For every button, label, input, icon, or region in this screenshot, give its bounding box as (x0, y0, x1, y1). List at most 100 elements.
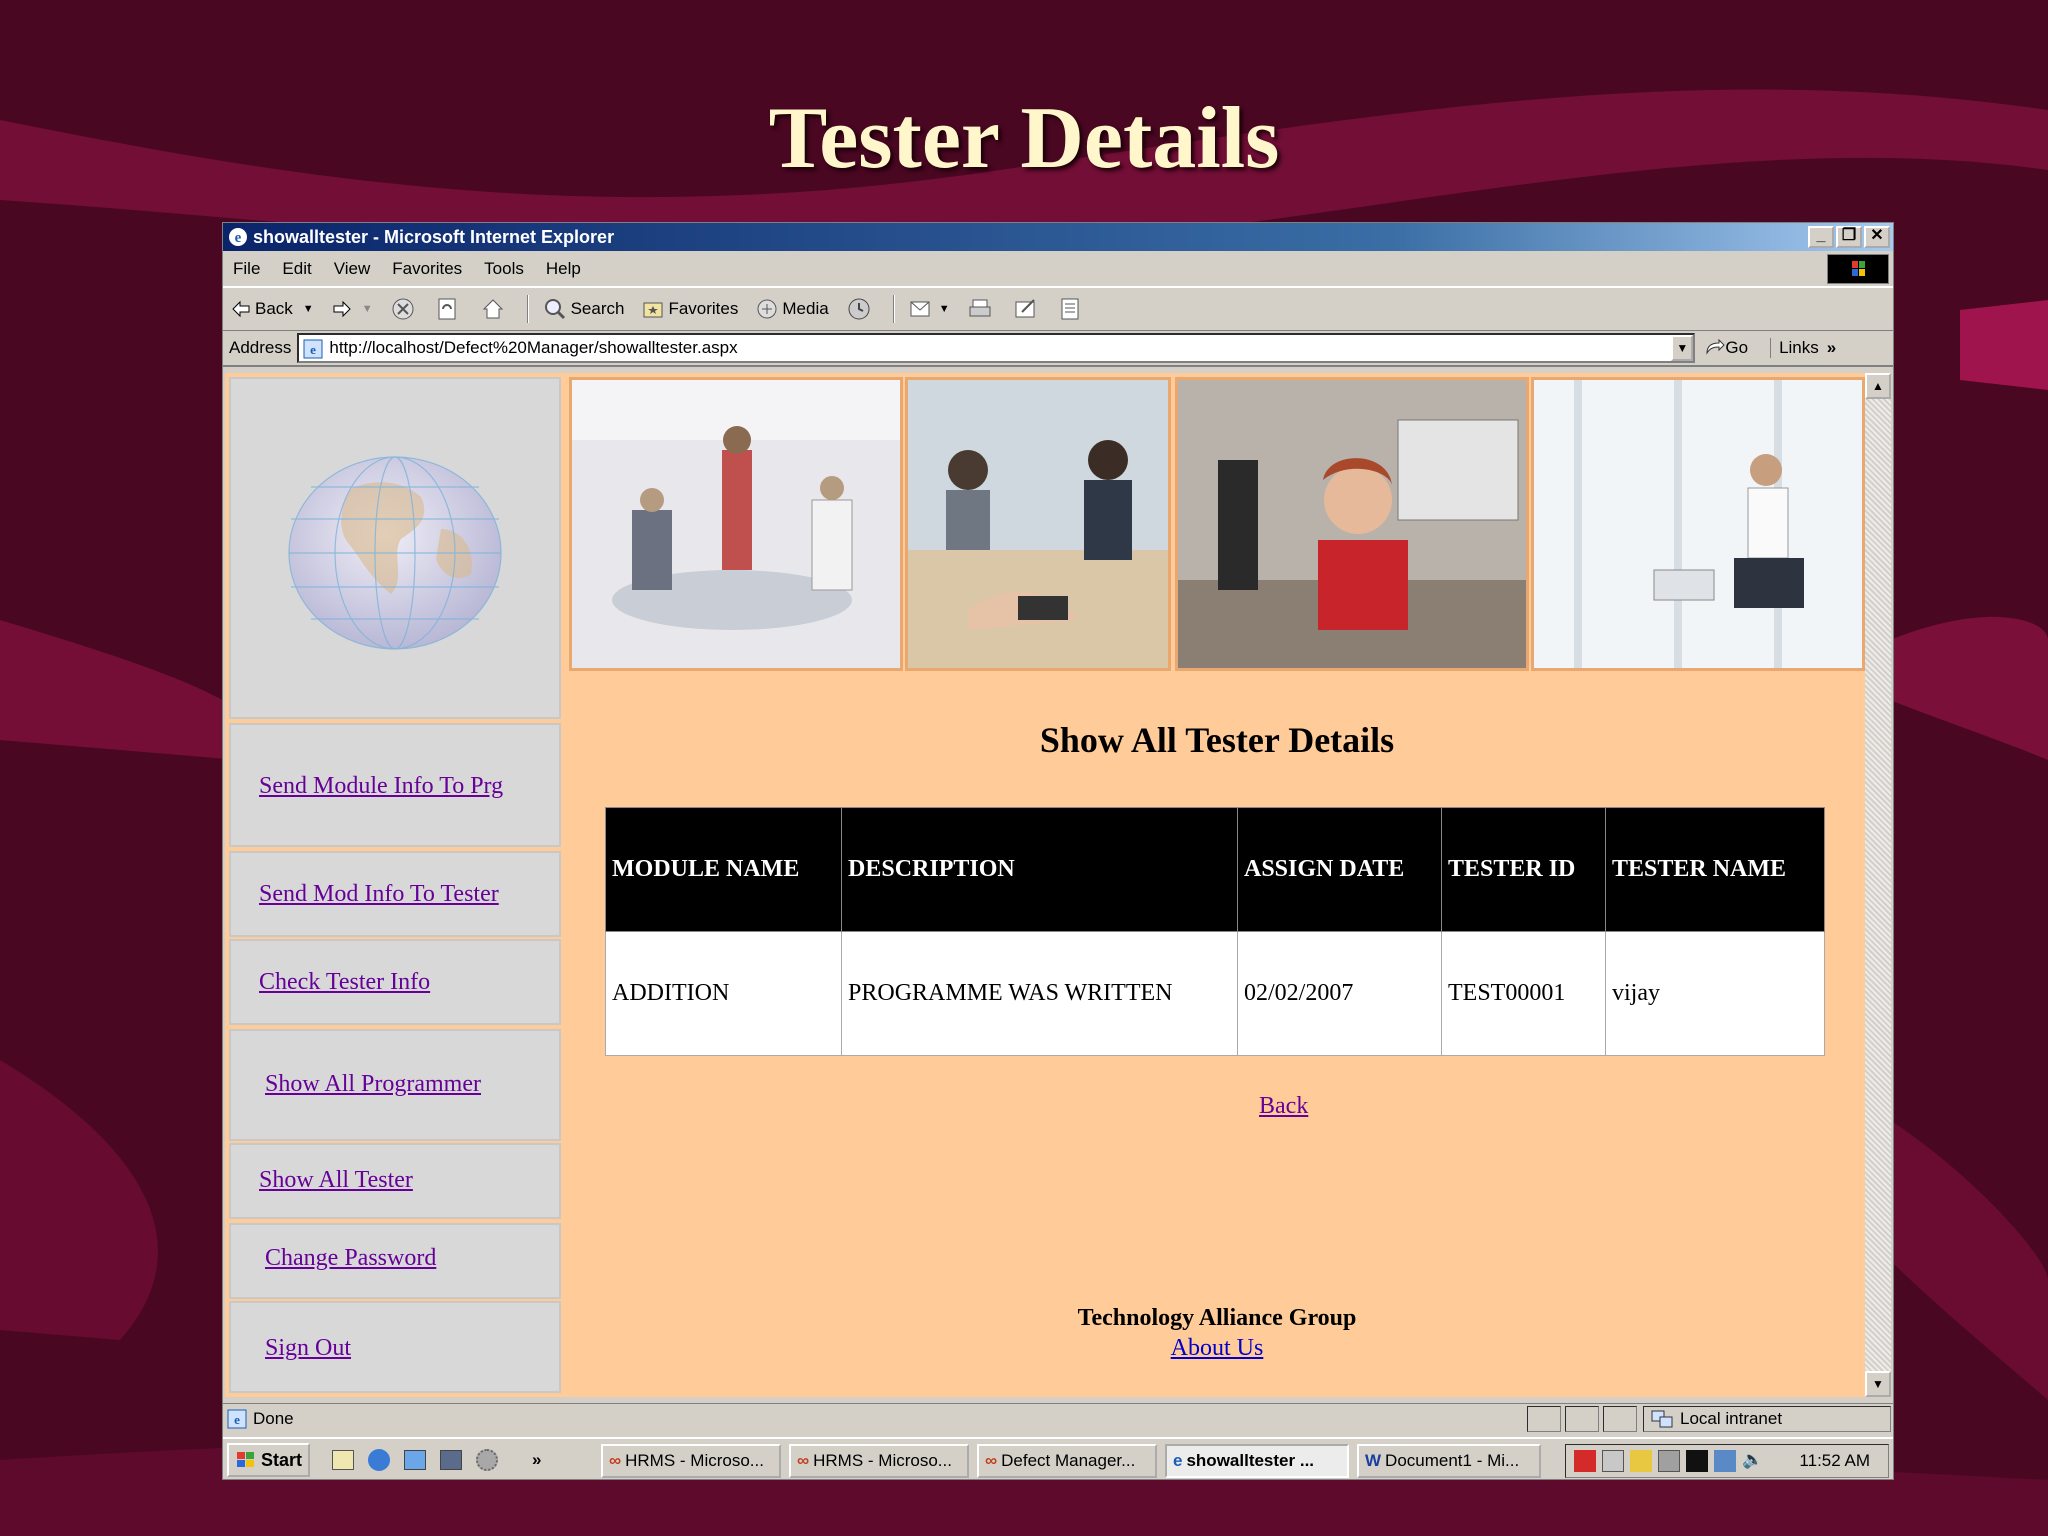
column-header-tester-name: TESTER NAME (1605, 807, 1825, 932)
status-panel (1603, 1406, 1637, 1432)
cell-assign-date: 02/02/2007 (1237, 931, 1442, 1056)
chevron-down-icon[interactable]: ▼ (1671, 335, 1694, 361)
mail-icon (910, 301, 930, 317)
window-title: showalltester - Microsoft Internet Explo… (253, 226, 615, 247)
double-chevron-icon[interactable]: » (532, 1450, 541, 1470)
url-input[interactable]: e http://localhost/Defect%20Manager/show… (297, 333, 1696, 363)
nav-link-send-mod-info-to-tester[interactable]: Send Mod Info To Tester (259, 881, 499, 908)
ie-logo-icon: e (229, 228, 247, 246)
ie-page-icon: e (227, 1409, 247, 1428)
home-button[interactable] (481, 297, 509, 321)
show-desktop-icon[interactable] (332, 1450, 355, 1470)
menu-favorites[interactable]: Favorites (392, 259, 462, 279)
favorites-button[interactable]: Favorites (642, 298, 738, 320)
footer-about: About Us (569, 1335, 1865, 1362)
tester-details-table: MODULE NAME DESCRIPTION ASSIGN DATE TEST… (605, 807, 1825, 1056)
vs-app-icon: ∞ (609, 1451, 622, 1470)
forward-button[interactable]: ▼ (332, 300, 373, 318)
nav-link-send-module-info-to-prg[interactable]: Send Module Info To Prg (259, 773, 503, 800)
status-panel (1565, 1406, 1599, 1432)
chevron-down-icon: ▼ (938, 303, 950, 315)
stop-button[interactable] (391, 297, 419, 321)
ie-quick-launch-icon[interactable] (368, 1449, 391, 1471)
banner-photo-support-agent (1175, 377, 1529, 671)
history-icon (848, 298, 870, 320)
back-link[interactable]: Back (1259, 1093, 1308, 1120)
media-button[interactable]: Media (756, 298, 829, 320)
menu-bar: File Edit View Favorites Tools Help (223, 251, 1893, 287)
page-content: Send Module Info To Prg Send Mod Info To… (225, 373, 1865, 1397)
minimize-button[interactable]: _ (1808, 226, 1834, 248)
cell-module-name: ADDITION (605, 931, 842, 1056)
search-icon (544, 299, 565, 320)
nav-link-check-tester-info[interactable]: Check Tester Info (259, 969, 430, 996)
window-titlebar[interactable]: e showalltester - Microsoft Internet Exp… (223, 223, 1893, 251)
volume-icon[interactable]: 🔈 (1742, 1450, 1764, 1472)
tray-app-icon[interactable] (1630, 1450, 1652, 1472)
globe-image (229, 377, 561, 719)
refresh-button[interactable] (437, 297, 463, 321)
tray-app-icon[interactable] (1574, 1450, 1596, 1472)
toolbar-separator (892, 295, 895, 323)
task-label: Defect Manager... (1001, 1451, 1136, 1470)
ie-app-icon: e (1173, 1451, 1183, 1470)
network-icon[interactable] (1714, 1450, 1736, 1472)
start-button[interactable]: Start (227, 1443, 311, 1477)
zone-panel: Local intranet (1643, 1406, 1891, 1432)
quick-launch: » (332, 1449, 541, 1471)
cell-tester-id: TEST00001 (1441, 931, 1606, 1056)
task-button-hrms-2[interactable]: ∞ HRMS - Microso... (789, 1444, 969, 1478)
media-quick-launch-icon[interactable] (440, 1450, 463, 1470)
print-button[interactable] (968, 298, 996, 320)
windows-flag-icon (1827, 254, 1889, 284)
nav-link-show-all-tester[interactable]: Show All Tester (259, 1167, 413, 1194)
task-button-defect-manager[interactable]: ∞ Defect Manager... (977, 1444, 1157, 1478)
mail-button[interactable]: ▼ (909, 298, 950, 320)
menu-edit[interactable]: Edit (282, 259, 311, 279)
footer-organization: Technology Alliance Group (1077, 1305, 1357, 1331)
svg-text:e: e (234, 1412, 240, 1427)
nav-item-show-all-programmer: Show All Programmer (229, 1029, 561, 1141)
chevron-down-icon: ▼ (302, 303, 314, 315)
restore-button[interactable]: ❐ (1836, 226, 1862, 248)
settings-quick-launch-icon[interactable] (476, 1449, 499, 1471)
column-header-tester-id: TESTER ID (1441, 807, 1606, 932)
vertical-scrollbar[interactable]: ▲ ▼ (1865, 373, 1891, 1397)
sidebar: Send Module Info To Prg Send Mod Info To… (225, 373, 565, 1397)
cell-tester-name: vijay (1605, 931, 1825, 1056)
table-header-row: MODULE NAME DESCRIPTION ASSIGN DATE TEST… (605, 807, 1825, 932)
menu-view[interactable]: View (334, 259, 371, 279)
task-button-showalltester[interactable]: e showalltester ... (1165, 1444, 1349, 1478)
scroll-up-icon[interactable]: ▲ (1865, 373, 1891, 399)
search-button[interactable]: Search (543, 297, 624, 321)
discuss-button[interactable] (1060, 297, 1084, 321)
stop-icon (392, 298, 414, 320)
scroll-down-icon[interactable]: ▼ (1865, 1371, 1891, 1397)
menu-help[interactable]: Help (546, 259, 581, 279)
nav-link-show-all-programmer[interactable]: Show All Programmer (265, 1071, 481, 1098)
tray-app-icon[interactable] (1602, 1450, 1624, 1472)
tray-app-icon[interactable] (1658, 1450, 1680, 1472)
task-button-hrms-1[interactable]: ∞ HRMS - Microso... (601, 1444, 781, 1478)
go-button[interactable]: Go (1705, 338, 1748, 358)
clock: 11:52 AM (1799, 1451, 1870, 1470)
nav-item-send-module-info-to-prg: Send Module Info To Prg (229, 723, 561, 847)
tray-icons: 🔈 (1574, 1450, 1764, 1472)
menu-tools[interactable]: Tools (484, 259, 524, 279)
nav-link-change-password[interactable]: Change Password (265, 1245, 436, 1272)
outlook-quick-launch-icon[interactable] (404, 1450, 427, 1470)
nav-link-sign-out[interactable]: Sign Out (265, 1335, 351, 1362)
menu-file[interactable]: File (233, 259, 260, 279)
about-us-link[interactable]: About Us (1171, 1335, 1264, 1361)
address-label: Address (229, 338, 292, 357)
history-button[interactable] (847, 297, 875, 321)
back-button[interactable]: Back ▼ (231, 299, 314, 319)
nav-item-check-tester-info: Check Tester Info (229, 939, 561, 1025)
task-button-document1[interactable]: W Document1 - Mi... (1357, 1444, 1541, 1478)
links-button[interactable]: Links (1770, 338, 1819, 358)
double-chevron-icon[interactable]: » (1827, 338, 1836, 358)
discuss-icon (1061, 298, 1079, 320)
tray-app-icon[interactable] (1686, 1450, 1708, 1472)
close-button[interactable]: ✕ (1864, 226, 1890, 248)
edit-button[interactable] (1014, 298, 1042, 320)
